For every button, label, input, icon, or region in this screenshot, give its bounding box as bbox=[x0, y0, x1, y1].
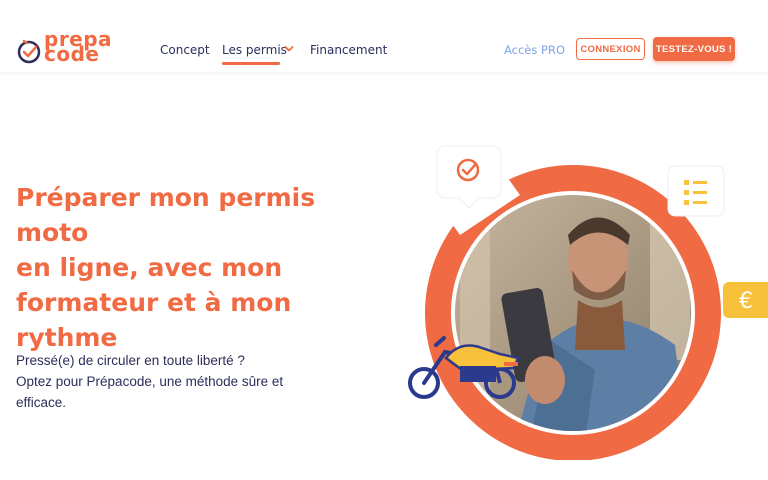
logo-clock-icon bbox=[17, 39, 41, 64]
hero-title: Préparer mon permis moto en ligne, avec … bbox=[16, 180, 386, 355]
chevron-down-icon[interactable] bbox=[284, 44, 294, 54]
hero-subtitle: Pressé(e) de circuler en toute liberté ?… bbox=[16, 350, 346, 413]
hero-subtitle-line: Optez pour Prépacode, une méthode sûre e… bbox=[16, 374, 284, 389]
prepacode-logo[interactable]: prepa code bbox=[16, 27, 116, 68]
nav-link-les-permis[interactable]: Les permis bbox=[222, 43, 287, 57]
nav-link-financement[interactable]: Financement bbox=[310, 43, 387, 57]
euro-icon: € bbox=[723, 282, 768, 318]
nav-link-concept[interactable]: Concept bbox=[160, 43, 210, 57]
hero-title-line: formateur et à mon bbox=[16, 288, 292, 317]
hero-subtitle-line: Pressé(e) de circuler en toute liberté ? bbox=[16, 353, 245, 368]
svg-text:€: € bbox=[739, 289, 753, 314]
connexion-button[interactable]: CONNEXION bbox=[576, 38, 645, 60]
hero-subtitle-line: efficace. bbox=[16, 395, 67, 410]
active-tab-indicator bbox=[222, 62, 280, 65]
hero-title-line: Préparer mon permis moto bbox=[16, 183, 316, 247]
logo-wordmark: prepa code bbox=[44, 27, 113, 66]
checklist-icon bbox=[667, 165, 725, 217]
hero-illustration: € bbox=[408, 145, 768, 460]
testez-vous-button[interactable]: TESTEZ-VOUS ! bbox=[653, 37, 735, 61]
acces-pro-link[interactable]: Accès PRO bbox=[504, 43, 565, 57]
site-header: prepa code Concept Les permis Financemen… bbox=[0, 28, 768, 72]
top-blank-strip bbox=[0, 0, 768, 28]
hero-title-line: en ligne, avec mon bbox=[16, 253, 283, 282]
